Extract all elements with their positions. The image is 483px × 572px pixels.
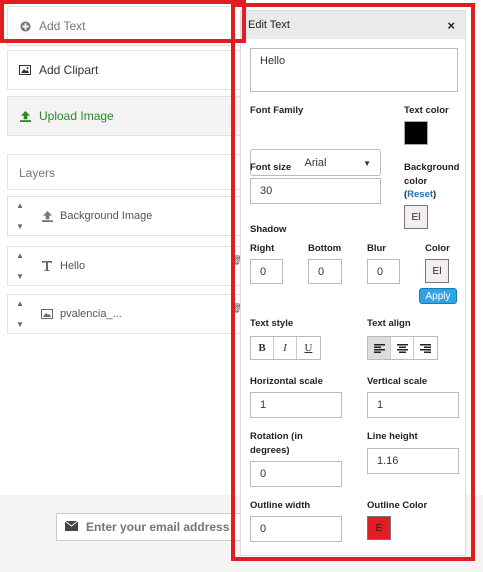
apply-button[interactable]: Apply [419,288,457,304]
shadow-color-label: Color [425,243,450,254]
font-size-input[interactable]: 30 [250,178,381,204]
upload-image-label: Upload Image [39,109,114,123]
layer-reorder-arrows[interactable]: ▲ ▼ [8,201,32,231]
shadow-label: Shadow [250,224,287,235]
layers-heading: Layers [7,154,247,190]
rotation-input[interactable]: 0 [250,461,342,487]
add-text-label: Add Text [39,19,86,33]
bold-button[interactable]: B [251,337,274,359]
panel-title: Edit Text [248,19,290,31]
plus-circle-icon [18,19,32,33]
shadow-bottom-input[interactable]: 0 [308,259,342,284]
caret-down-icon: ▼ [363,159,371,168]
picture-icon [18,63,32,77]
layer-item[interactable]: ▲ ▼ Hello 🗑 [7,246,247,286]
edit-text-panel: Edit Text × Font Family Arial ▼ Text col… [240,10,466,556]
rotation-label-line1: Rotation (in [250,431,303,442]
move-down-icon[interactable]: ▼ [16,222,24,231]
layer-reorder-arrows[interactable]: ▲ ▼ [8,251,32,281]
add-clipart-label: Add Clipart [39,63,99,77]
layer-label: pvalencia_... [60,308,122,320]
add-clipart-button[interactable]: Add Clipart [7,50,247,90]
outline-color-swatch[interactable]: E [367,516,391,540]
text-color-label: Text color [404,105,449,116]
close-icon[interactable]: × [447,18,455,33]
text-content-input[interactable] [250,48,458,92]
shadow-bottom-label: Bottom [308,243,342,254]
layer-item[interactable]: ▲ ▼ Background Image [7,196,247,236]
move-up-icon[interactable]: ▲ [16,299,24,308]
rotation-label-line2: degrees) [250,445,290,456]
layer-label: Hello [60,260,86,272]
bg-color-label-line2: color [404,176,428,187]
text-style-label: Text style [250,318,294,329]
line-height-input[interactable]: 1.16 [367,448,459,474]
reset-link[interactable]: Reset [407,189,433,200]
upload-icon [18,109,32,123]
layer-reorder-arrows[interactable]: ▲ ▼ [8,299,32,329]
text-align-label: Text align [367,318,411,329]
layer-item[interactable]: ▲ ▼ pvalencia_... 🗑 [7,294,247,334]
horizontal-scale-label: Horizontal scale [250,376,323,387]
reset-close-paren: ) [433,189,437,200]
outline-width-input[interactable]: 0 [250,516,342,542]
font-family-label: Font Family [250,105,304,116]
text-align-group [367,336,438,360]
text-color-swatch[interactable] [404,121,428,145]
bg-color-reset: (Reset) [404,189,436,200]
upload-icon [40,210,54,222]
email-input[interactable] [86,520,236,534]
italic-button[interactable]: I [274,337,297,359]
move-up-icon[interactable]: ▲ [16,251,24,260]
left-sidebar: Add Text Add Clipart Upload Image Layers… [0,0,247,340]
shadow-blur-input[interactable]: 0 [367,259,400,284]
outline-width-label: Outline width [250,500,311,511]
move-up-icon[interactable]: ▲ [16,201,24,210]
align-center-icon[interactable] [391,337,414,359]
font-family-value: Arial [304,156,327,169]
shadow-color-swatch[interactable]: El [425,259,449,283]
underline-button[interactable]: U [297,337,320,359]
envelope-icon [64,520,79,534]
image-icon [40,309,54,319]
bg-color-label-line1: Background [404,162,460,173]
newsletter-email-field[interactable] [56,513,246,541]
align-left-icon[interactable] [368,337,391,359]
add-text-button[interactable]: Add Text [7,6,247,46]
line-height-label: Line height [367,431,418,442]
align-right-icon[interactable] [414,337,437,359]
upload-image-button[interactable]: Upload Image [7,96,247,136]
move-down-icon[interactable]: ▼ [16,272,24,281]
bg-color-swatch[interactable]: El [404,205,428,229]
vertical-scale-label: Vertical scale [367,376,428,387]
vertical-scale-input[interactable]: 1 [367,392,459,418]
layer-label: Background Image [60,210,153,222]
shadow-right-input[interactable]: 0 [250,259,283,284]
shadow-blur-label: Blur [367,243,386,254]
horizontal-scale-input[interactable]: 1 [250,392,342,418]
move-down-icon[interactable]: ▼ [16,320,24,329]
edit-text-header: Edit Text × [241,11,465,39]
shadow-right-label: Right [250,243,275,254]
text-icon [40,260,54,272]
font-size-label: Font size [250,162,292,173]
text-style-group: B I U [250,336,321,360]
outline-color-label: Outline Color [367,500,428,511]
